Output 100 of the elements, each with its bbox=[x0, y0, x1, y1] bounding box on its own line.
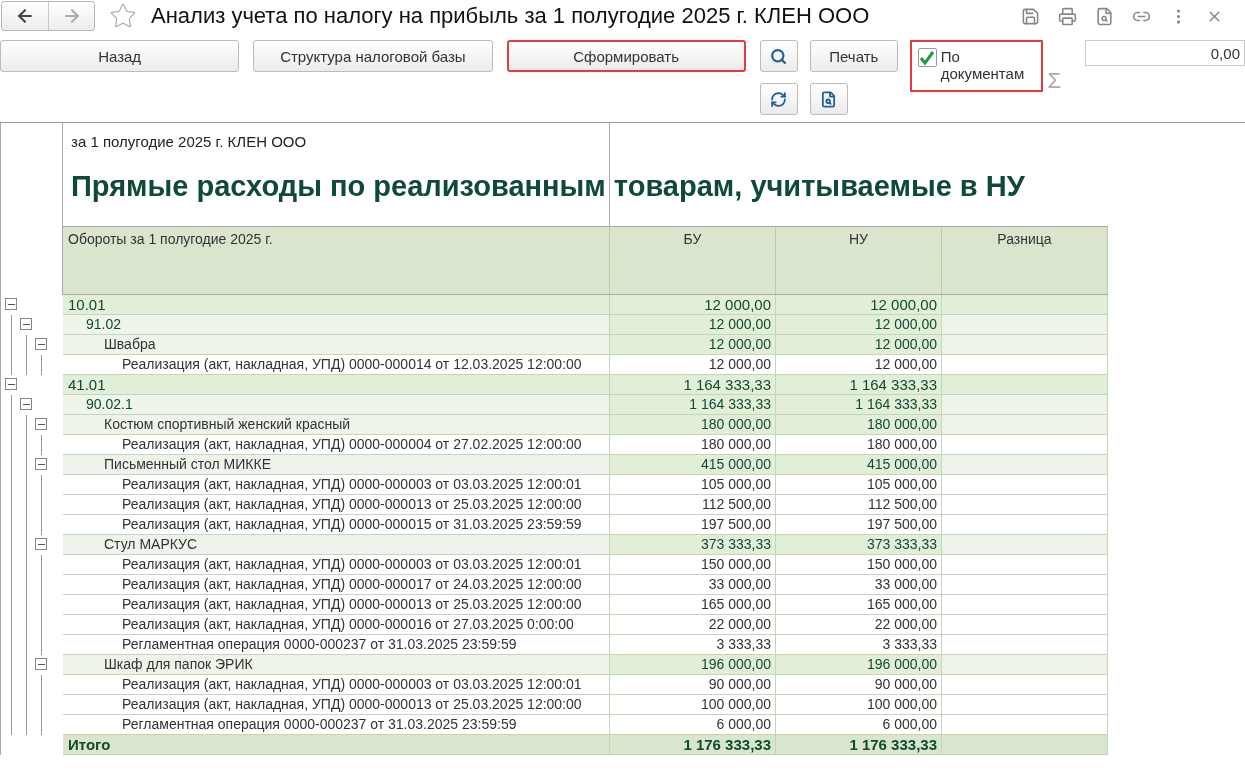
row-label: Реализация (акт, накладная, УПД) 0000-000014 от 12.03.2025 12:00:00 bbox=[63, 355, 610, 375]
amount-cell: 150 000,00 bbox=[610, 555, 776, 575]
amount-cell: 22 000,00 bbox=[610, 615, 776, 635]
row-label: Реализация (акт, накладная, УПД) 0000-000003 от 03.03.2025 12:00:01 bbox=[63, 675, 610, 695]
amount-cell: 180 000,00 bbox=[776, 435, 942, 455]
toolbar-button[interactable]: Назад bbox=[0, 40, 240, 72]
row-label: Стул МАРКУС bbox=[63, 535, 610, 555]
row-label: Реализация (акт, накладная, УПД) 0000-000017 от 24.03.2025 12:00:00 bbox=[63, 575, 610, 595]
row-label: Письменный стол МИККЕ bbox=[63, 455, 610, 475]
amount-cell: 3 333,33 bbox=[610, 635, 776, 655]
row-label: Регламентная операция 0000-000237 от 31.03.2025 23:59:59 bbox=[63, 715, 610, 735]
amount-cell: 6 000,00 bbox=[776, 715, 942, 735]
row-label: Шкаф для папок ЭРИК bbox=[63, 655, 610, 675]
amount-cell: 12 000,00 bbox=[610, 315, 776, 335]
row-label: Костюм спортивный женский красный bbox=[63, 415, 610, 435]
toolbar-button[interactable]: Сформировать bbox=[506, 40, 746, 72]
amount-cell: 180 000,00 bbox=[610, 435, 776, 455]
collapse-toggle[interactable] bbox=[20, 398, 32, 410]
collapse-toggle[interactable] bbox=[35, 418, 47, 430]
total-label: Итого bbox=[63, 735, 610, 755]
amount-cell: 105 000,00 bbox=[776, 475, 942, 495]
amount-cell: 150 000,00 bbox=[776, 555, 942, 575]
row-label: Реализация (акт, накладная, УПД) 0000-000004 от 27.02.2025 12:00:00 bbox=[63, 435, 610, 455]
amount-cell: 12 000,00 bbox=[776, 295, 942, 315]
collapse-toggle[interactable] bbox=[35, 658, 47, 670]
amount-cell: 197 500,00 bbox=[776, 515, 942, 535]
amount-cell: 196 000,00 bbox=[610, 655, 776, 675]
column-header: Разница bbox=[942, 226, 1108, 294]
amount-cell: 415 000,00 bbox=[776, 455, 942, 475]
collapse-toggle[interactable] bbox=[35, 458, 47, 470]
amount-cell: 1 176 333,33 bbox=[610, 735, 776, 755]
amount-cell: 12 000,00 bbox=[610, 295, 776, 315]
report-subtitle: за 1 полугодие 2025 г. КЛЕН ООО bbox=[71, 133, 308, 150]
amount-cell: 112 500,00 bbox=[610, 495, 776, 515]
amount-cell: 100 000,00 bbox=[776, 695, 942, 715]
row-label: 91.02 bbox=[63, 315, 610, 335]
refresh-icon bbox=[770, 90, 788, 108]
row-label: Реализация (акт, накладная, УПД) 0000-000003 от 03.03.2025 12:00:01 bbox=[63, 475, 610, 495]
collapse-toggle[interactable] bbox=[20, 318, 32, 330]
row-label: 90.02.1 bbox=[63, 395, 610, 415]
collapse-toggle[interactable] bbox=[35, 338, 47, 350]
amount-cell: 373 333,33 bbox=[776, 535, 942, 555]
row-label: 10.01 bbox=[63, 295, 610, 315]
refresh-button[interactable] bbox=[759, 83, 798, 115]
row-label: Реализация (акт, накладная, УПД) 0000-000013 от 25.03.2025 12:00:00 bbox=[63, 695, 610, 715]
amount-cell: 180 000,00 bbox=[776, 415, 942, 435]
by-documents-checkbox[interactable]: По документам bbox=[909, 40, 1044, 92]
star-icon[interactable] bbox=[109, 2, 137, 30]
amount-cell: 33 000,00 bbox=[610, 575, 776, 595]
amount-cell: 33 000,00 bbox=[776, 575, 942, 595]
amount-cell: 180 000,00 bbox=[610, 415, 776, 435]
amount-cell: 6 000,00 bbox=[610, 715, 776, 735]
collapse-toggle[interactable] bbox=[5, 298, 17, 310]
amount-cell: 1 164 333,33 bbox=[610, 395, 776, 415]
amount-cell: 12 000,00 bbox=[610, 355, 776, 375]
row-label: Швабра bbox=[63, 335, 610, 355]
print-button[interactable]: Печать bbox=[809, 40, 898, 72]
preview-button[interactable] bbox=[809, 83, 848, 115]
amount-cell: 22 000,00 bbox=[776, 615, 942, 635]
column-header: НУ bbox=[776, 226, 942, 294]
print-icon[interactable] bbox=[1058, 6, 1077, 26]
amount-cell: 12 000,00 bbox=[610, 335, 776, 355]
search-button[interactable] bbox=[759, 40, 798, 72]
amount-cell: 165 000,00 bbox=[776, 595, 942, 615]
row-label: Реализация (акт, накладная, УПД) 0000-000003 от 03.03.2025 12:00:01 bbox=[63, 555, 610, 575]
toolbar-button[interactable]: Структура налоговой базы bbox=[253, 40, 493, 72]
report-title: Прямые расходы по реализованным товарам, учитываемые в НУ bbox=[71, 170, 1025, 203]
amount-cell: 105 000,00 bbox=[610, 475, 776, 495]
checkmark-icon bbox=[919, 49, 936, 66]
window-title: Анализ учета по налогу на прибыль за 1 полугодие 2025 г. КЛЕН ООО bbox=[151, 3, 871, 29]
row-label: Реализация (акт, накладная, УПД) 0000-000015 от 31.03.2025 23:59:59 bbox=[63, 515, 610, 535]
amount-cell: 1 176 333,33 bbox=[776, 735, 942, 755]
amount-cell: 100 000,00 bbox=[610, 695, 776, 715]
amount-cell: 90 000,00 bbox=[776, 675, 942, 695]
amount-cell: 165 000,00 bbox=[610, 595, 776, 615]
amount-cell: 12 000,00 bbox=[776, 315, 942, 335]
column-header: Обороты за 1 полугодие 2025 г. bbox=[63, 226, 610, 294]
row-label: Реализация (акт, накладная, УПД) 0000-000013 от 25.03.2025 12:00:00 bbox=[63, 495, 610, 515]
row-label: Реализация (акт, накладная, УПД) 0000-000013 от 25.03.2025 12:00:00 bbox=[63, 595, 610, 615]
amount-cell: 415 000,00 bbox=[610, 455, 776, 475]
amount-cell: 373 333,33 bbox=[610, 535, 776, 555]
preview-icon bbox=[820, 90, 838, 108]
amount-cell: 196 000,00 bbox=[776, 655, 942, 675]
row-label: Регламентная операция 0000-000237 от 31.03.2025 23:59:59 bbox=[63, 635, 610, 655]
amount-cell: 1 164 333,33 bbox=[610, 375, 776, 395]
amount-cell: 1 164 333,33 bbox=[776, 395, 942, 415]
sum-field[interactable]: 0,00 bbox=[1085, 40, 1245, 66]
search-icon bbox=[770, 47, 788, 65]
amount-cell: 1 164 333,33 bbox=[776, 375, 942, 395]
row-label: 41.01 bbox=[63, 375, 610, 395]
row-label: Реализация (акт, накладная, УПД) 0000-000016 от 27.03.2025 0:00:00 bbox=[63, 615, 610, 635]
amount-cell: 112 500,00 bbox=[776, 495, 942, 515]
preview-icon[interactable] bbox=[1095, 6, 1114, 26]
save-icon[interactable] bbox=[1021, 6, 1040, 26]
collapse-toggle[interactable] bbox=[35, 538, 47, 550]
collapse-toggle[interactable] bbox=[5, 378, 17, 390]
column-header: БУ bbox=[610, 226, 776, 294]
amount-cell: 12 000,00 bbox=[776, 335, 942, 355]
amount-cell: 12 000,00 bbox=[776, 355, 942, 375]
amount-cell: 197 500,00 bbox=[610, 515, 776, 535]
